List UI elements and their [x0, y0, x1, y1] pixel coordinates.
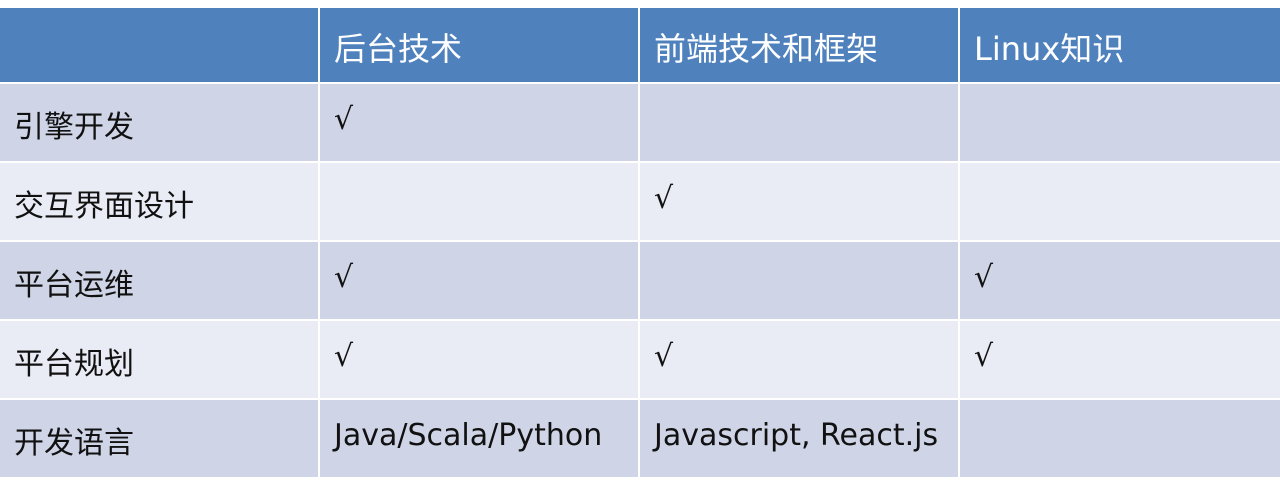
row-label-cell: 平台规划	[0, 321, 320, 400]
table-cell	[640, 242, 960, 321]
table-cell: √	[960, 321, 1280, 400]
table-cell: √	[320, 321, 640, 400]
table-cell: Java/Scala/Python	[320, 400, 640, 479]
table-cell	[640, 84, 960, 163]
table-cell	[960, 400, 1280, 479]
header-cell-empty	[0, 8, 320, 84]
row-label-cell: 交互界面设计	[0, 163, 320, 242]
row-label-cell: 开发语言	[0, 400, 320, 479]
header-cell-linux: Linux知识	[960, 8, 1280, 84]
table-cell: √	[320, 242, 640, 321]
table-cell: Javascript, React.js	[640, 400, 960, 479]
table-cell	[320, 163, 640, 242]
table-cell: √	[320, 84, 640, 163]
table-cell: √	[960, 242, 1280, 321]
table-cell: √	[640, 163, 960, 242]
table-cell: √	[640, 321, 960, 400]
skills-table: 后台技术 前端技术和框架 Linux知识 引擎开发 √ 交互界面设计 √ 平台运…	[0, 8, 1280, 479]
row-label-cell: 引擎开发	[0, 84, 320, 163]
header-cell-frontend: 前端技术和框架	[640, 8, 960, 84]
row-label-cell: 平台运维	[0, 242, 320, 321]
header-cell-backend: 后台技术	[320, 8, 640, 84]
table-cell	[960, 84, 1280, 163]
table-cell	[960, 163, 1280, 242]
